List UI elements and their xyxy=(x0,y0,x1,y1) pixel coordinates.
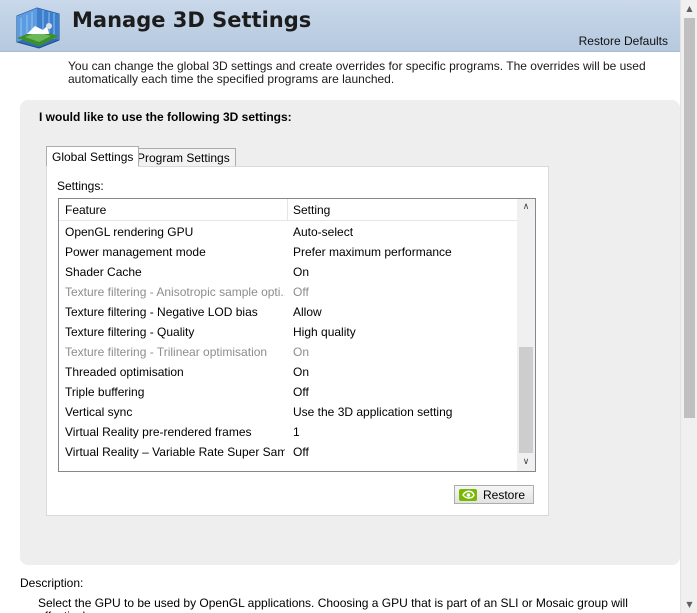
table-row[interactable]: Virtual Reality – Variable Rate Super Sa… xyxy=(59,441,517,461)
setting-cell: On xyxy=(293,265,310,279)
feature-cell: Triple buffering xyxy=(65,385,145,399)
table-row[interactable]: Texture filtering - Anisotropic sample o… xyxy=(59,281,517,301)
setting-cell: Use the 3D application setting xyxy=(293,405,453,419)
restore-button-label: Restore xyxy=(483,488,526,502)
setting-cell: Prefer maximum performance xyxy=(293,245,452,259)
setting-cell: Off xyxy=(293,385,309,399)
feature-cell: Virtual Reality pre-rendered frames xyxy=(65,425,252,439)
setting-cell: Off xyxy=(293,445,309,459)
setting-cell: On xyxy=(293,345,310,359)
restore-button[interactable]: Restore xyxy=(454,485,534,504)
list-scroll-thumb[interactable] xyxy=(519,347,533,453)
table-row[interactable]: Power management mode Prefer maximum perf… xyxy=(59,241,517,261)
settings-panel: I would like to use the following 3D set… xyxy=(20,100,680,565)
table-row[interactable]: Vertical sync Use the 3D application sett… xyxy=(59,401,517,421)
feature-cell: Threaded optimisation xyxy=(65,365,184,379)
feature-cell: Texture filtering - Quality xyxy=(65,325,195,339)
scroll-down-arrow-icon[interactable]: ▼ xyxy=(681,596,697,613)
setting-cell: Auto-select xyxy=(293,225,354,239)
description-text: Select the GPU to be used by OpenGL appl… xyxy=(38,596,628,613)
nvidia-3d-settings-icon xyxy=(16,7,60,49)
page-header: Manage 3D Settings Restore Defaults xyxy=(0,0,680,52)
table-row[interactable]: Threaded optimisation On xyxy=(59,361,517,381)
table-row[interactable]: OpenGL rendering GPU Auto-select xyxy=(59,221,517,241)
setting-cell: High quality xyxy=(293,325,356,339)
tab-global-settings[interactable]: Global Settings xyxy=(46,146,140,167)
feature-cell: Texture filtering - Negative LOD bias xyxy=(65,305,258,319)
feature-cell: Virtual Reality – Variable Rate Super Sa… xyxy=(65,445,285,459)
panel-heading: I would like to use the following 3D set… xyxy=(39,110,292,124)
settings-label: Settings: xyxy=(57,179,104,193)
scroll-up-arrow-icon[interactable]: ▲ xyxy=(681,0,697,17)
column-separator[interactable] xyxy=(287,199,288,221)
settings-list[interactable]: Feature Setting OpenGL rendering GPU Auto… xyxy=(58,198,536,472)
column-header-feature[interactable]: Feature xyxy=(65,203,106,217)
column-header-setting[interactable]: Setting xyxy=(293,203,330,217)
setting-cell: Allow xyxy=(293,305,322,319)
chevron-up-icon[interactable]: ∧ xyxy=(517,199,535,216)
chevron-down-icon[interactable]: ∨ xyxy=(517,454,535,471)
table-row[interactable]: Texture filtering - Quality High quality xyxy=(59,321,517,341)
setting-cell: 1 xyxy=(293,425,300,439)
page-scroll-thumb[interactable] xyxy=(684,18,695,418)
page-scrollbar[interactable]: ▲ ▼ xyxy=(680,0,697,613)
nvidia-logo-icon xyxy=(459,489,477,501)
description-label: Description: xyxy=(20,576,84,590)
setting-cell: On xyxy=(293,365,310,379)
feature-cell: Texture filtering - Trilinear optimisati… xyxy=(65,345,268,359)
table-row[interactable]: Virtual Reality pre-rendered frames 1 xyxy=(59,421,517,441)
feature-cell: Texture filtering - Anisotropic sample o… xyxy=(65,285,285,299)
feature-cell: Vertical sync xyxy=(65,405,133,419)
table-row[interactable]: Texture filtering - Negative LOD bias All… xyxy=(59,301,517,321)
feature-cell: OpenGL rendering GPU xyxy=(65,225,194,239)
page-title: Manage 3D Settings xyxy=(72,8,312,32)
intro-text: You can change the global 3D settings an… xyxy=(68,59,646,86)
setting-cell: Off xyxy=(293,285,309,299)
table-row[interactable]: Shader Cache On xyxy=(59,261,517,281)
table-row[interactable]: Triple buffering Off xyxy=(59,381,517,401)
feature-cell: Power management mode xyxy=(65,245,206,259)
feature-cell: Shader Cache xyxy=(65,265,142,279)
tab-program-settings[interactable]: Program Settings xyxy=(131,148,236,167)
list-header: Feature Setting xyxy=(59,199,517,221)
restore-defaults-link[interactable]: Restore Defaults xyxy=(579,34,668,48)
tab-content: Settings: Feature Setting OpenGL renderi… xyxy=(46,166,549,516)
table-row[interactable]: Texture filtering - Trilinear optimisati… xyxy=(59,341,517,361)
list-scrollbar[interactable]: ∧ ∨ xyxy=(517,199,535,471)
